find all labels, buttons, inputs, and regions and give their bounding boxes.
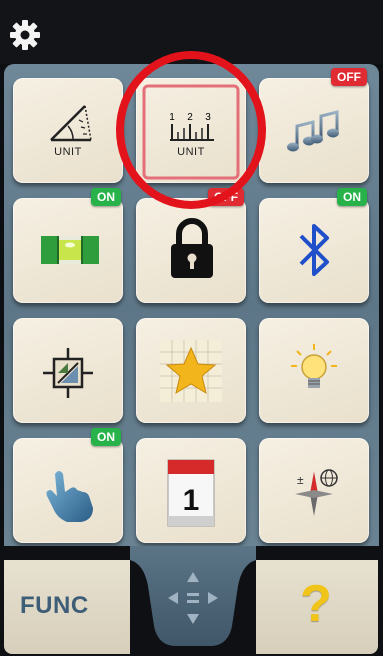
top-bar [0, 0, 383, 64]
status-badge-on: ON [91, 188, 121, 206]
tile-touch[interactable]: ON [13, 428, 123, 543]
gear-icon[interactable] [8, 18, 42, 52]
ruler-number: 3 [205, 112, 211, 123]
tile-level[interactable]: ON [13, 188, 123, 303]
help-button[interactable]: ? [300, 574, 332, 634]
tile-bluetooth[interactable]: ON [259, 188, 369, 303]
status-badge-on: ON [337, 188, 367, 206]
tile-label: UNIT [54, 146, 82, 158]
svg-text:±: ± [297, 473, 304, 487]
tile-label: UNIT [177, 146, 205, 158]
bluetooth-icon [299, 224, 329, 276]
crosshair-target-icon [43, 348, 93, 398]
light-bulb-icon [291, 344, 337, 388]
tile-location[interactable]: ± [259, 438, 369, 543]
tile-angle-unit[interactable]: UNIT [13, 78, 123, 183]
ruler-number: 1 [169, 112, 175, 123]
ruler-icon: 1 2 3 [142, 84, 240, 180]
tile-light[interactable] [259, 318, 369, 423]
tile-calendar[interactable]: 1 [136, 438, 246, 543]
ruler-number: 2 [187, 112, 193, 123]
calendar-day: 1 [183, 484, 200, 517]
tile-sound[interactable]: OFF [259, 68, 369, 183]
spirit-level-icon [41, 236, 99, 264]
calendar-icon: 1 [167, 459, 215, 527]
status-badge-on: ON [91, 428, 121, 446]
func-label: FUNC [20, 592, 89, 619]
status-badge-off: OFF [331, 68, 367, 86]
function-panel: UNIT 1 2 3 UNIT OFF ON OFF ON ON 1 ± [4, 64, 379, 546]
status-badge-off: OFF [208, 188, 244, 206]
angle-icon [50, 105, 92, 142]
tile-target[interactable] [13, 318, 123, 423]
tile-favorites[interactable] [136, 318, 246, 423]
hand-pointer-icon [46, 471, 93, 522]
move-arrows-icon[interactable] [130, 546, 256, 656]
compass-globe-icon: ± [295, 469, 338, 516]
music-notes-icon [287, 110, 339, 152]
tile-lock[interactable]: OFF [136, 188, 246, 303]
tile-length-unit[interactable]: 1 2 3 UNIT [136, 78, 246, 183]
star-icon [160, 340, 222, 402]
padlock-icon [171, 218, 213, 278]
